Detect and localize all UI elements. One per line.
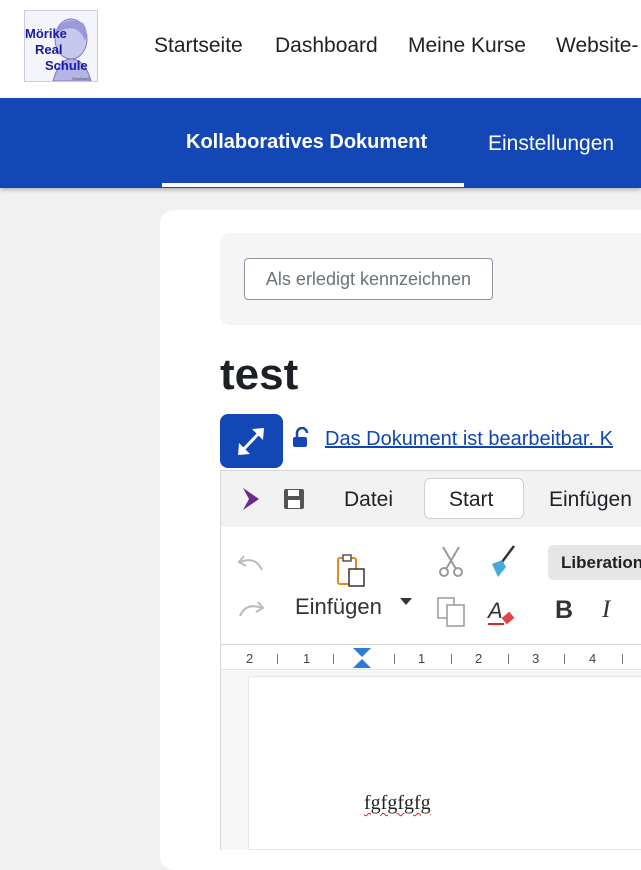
app-logo-icon — [243, 488, 259, 510]
active-tab-indicator — [162, 183, 464, 187]
logo-text-line2: Real — [35, 42, 63, 57]
ruler-label: 1 — [418, 651, 426, 666]
menu-start[interactable]: Start — [449, 488, 493, 512]
nav-dashboard[interactable]: Dashboard — [275, 34, 378, 58]
horizontal-ruler[interactable] — [221, 646, 641, 670]
clone-formatting-icon[interactable] — [488, 543, 520, 579]
ruler-label: 2 — [475, 651, 483, 666]
copy-icon[interactable] — [436, 596, 468, 628]
font-name-value: Liberation — [561, 553, 641, 572]
fullscreen-button[interactable] — [220, 414, 283, 468]
mark-as-done-button[interactable]: Als erledigt kennzeichnen — [244, 258, 493, 300]
bold-button[interactable]: B — [555, 596, 573, 625]
ruler-tick — [333, 654, 334, 664]
ruler-label: 4 — [589, 651, 597, 666]
ruler-label: 1 — [303, 651, 311, 666]
svg-text:A: A — [486, 598, 503, 623]
page-title: test — [220, 350, 299, 399]
expand-arrows-icon — [238, 428, 264, 455]
paste-label[interactable]: Einfügen — [295, 594, 382, 620]
ruler-tick — [622, 654, 623, 664]
italic-button[interactable]: I — [602, 596, 610, 624]
logo-tagline: Waldstadt — [72, 76, 90, 81]
document-page[interactable] — [248, 676, 641, 850]
clear-formatting-icon[interactable]: A — [486, 596, 520, 630]
indent-marker-icon[interactable] — [352, 647, 372, 669]
nav-home[interactable]: Startseite — [154, 34, 243, 58]
logo-text-line3: Schule — [45, 58, 88, 73]
ruler-label: 3 — [532, 651, 540, 666]
ruler-tick — [564, 654, 565, 664]
undo-icon[interactable] — [236, 550, 266, 576]
logo-text-line1: Mörike — [25, 26, 67, 41]
menu-file[interactable]: Datei — [344, 488, 393, 512]
tab-collaborative-document[interactable]: Kollaboratives Dokument — [186, 131, 427, 154]
menu-insert[interactable]: Einfügen — [549, 488, 632, 512]
paste-dropdown-caret[interactable] — [400, 598, 412, 605]
nav-my-courses[interactable]: Meine Kurse — [408, 34, 526, 58]
cut-icon[interactable] — [436, 545, 466, 579]
unlocked-icon — [293, 427, 309, 447]
save-icon[interactable] — [283, 488, 305, 510]
ruler-label: 2 — [246, 651, 254, 666]
ruler-tick — [394, 654, 395, 664]
school-logo[interactable]: Mörike Real Schule Waldstadt — [24, 10, 98, 82]
redo-icon[interactable] — [236, 596, 266, 622]
document-text[interactable]: fgfgfgfg — [364, 792, 431, 815]
nav-website[interactable]: Website- — [556, 34, 638, 58]
ruler-tick — [451, 654, 452, 664]
ruler-tick — [508, 654, 509, 664]
paste-icon[interactable] — [335, 553, 369, 589]
editable-status-link[interactable]: Das Dokument ist bearbeitbar. K — [325, 428, 613, 451]
ruler-tick — [277, 654, 278, 664]
tab-settings[interactable]: Einstellungen — [488, 132, 614, 156]
